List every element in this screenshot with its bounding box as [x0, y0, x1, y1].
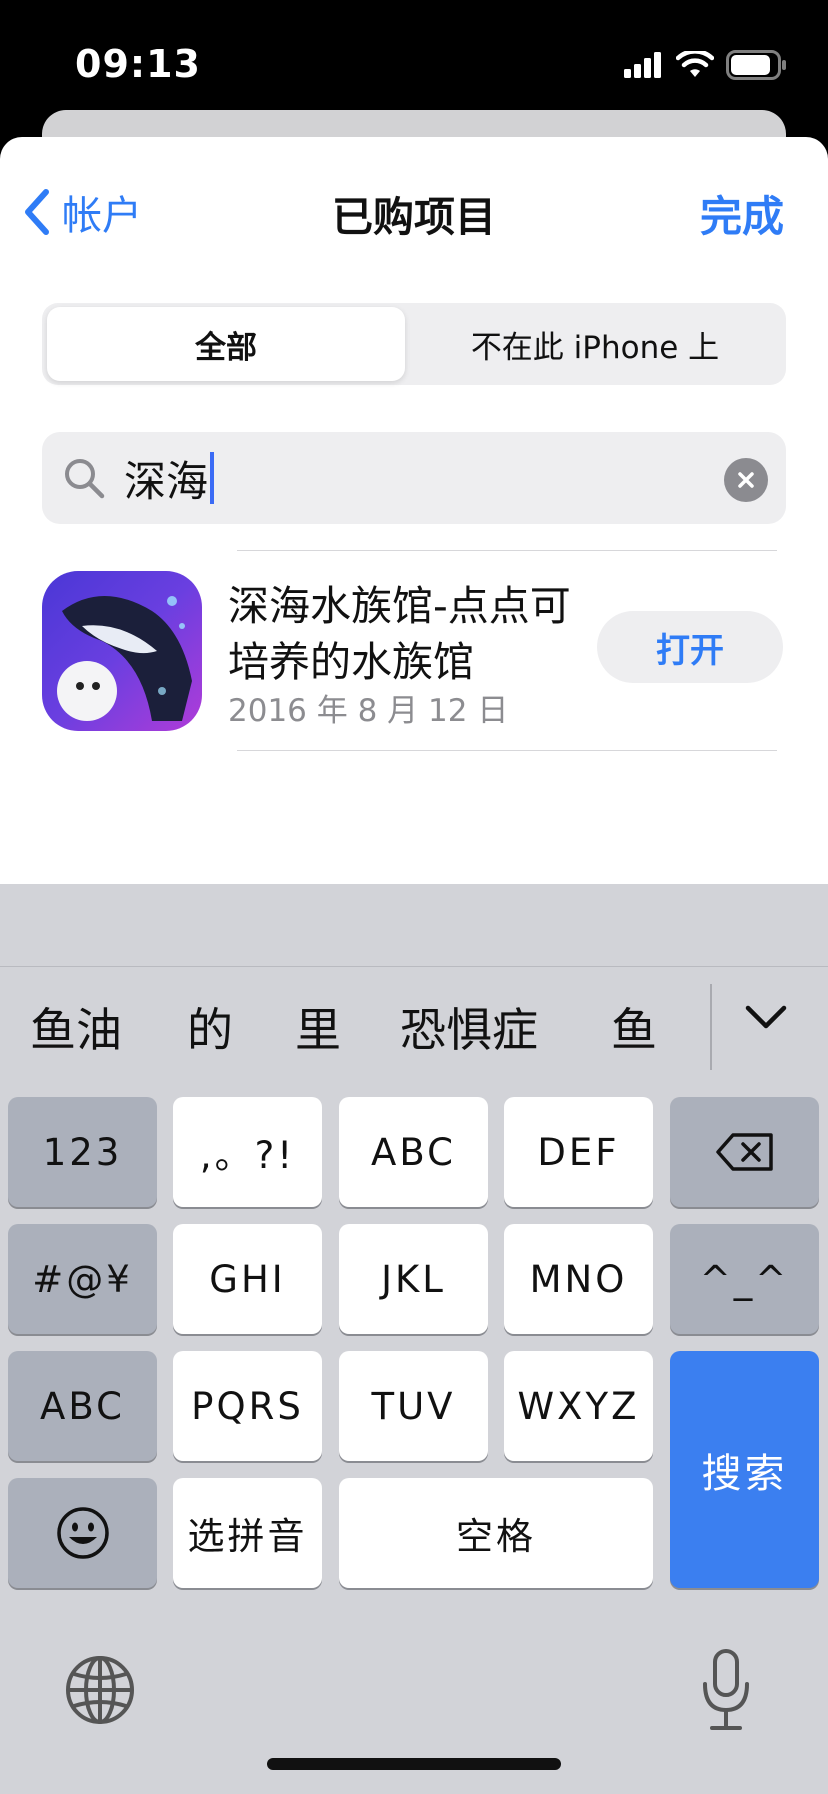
- key-emoticon[interactable]: ^_^: [670, 1224, 819, 1334]
- candidate-item[interactable]: 里: [295, 994, 341, 1060]
- app-name: 深海水族馆-点点可培养的水族馆: [228, 582, 571, 686]
- wifi-icon: [676, 51, 714, 77]
- open-button[interactable]: 打开: [597, 611, 783, 683]
- list-item[interactable]: 深海水族馆-点点可培养的水族馆 2016 年 8 月 12 日 打开: [0, 550, 828, 750]
- key-abc[interactable]: ABC: [339, 1097, 488, 1207]
- search-field[interactable]: 深海: [42, 432, 786, 524]
- candidate-item[interactable]: 恐惧症: [400, 994, 538, 1060]
- search-input[interactable]: 深海: [124, 450, 215, 506]
- navigation-bar: 帐户 已购项目 完成: [0, 137, 828, 267]
- candidate-item[interactable]: 的: [187, 994, 233, 1060]
- keyboard: 鱼油 的 里 恐惧症 鱼 123 ,。?! ABC DEF #@¥ GHI JK…: [0, 884, 828, 1794]
- app-icon: [42, 571, 202, 731]
- search-key[interactable]: 搜索: [670, 1351, 819, 1588]
- status-time: 09:13: [75, 42, 201, 86]
- delete-key[interactable]: [670, 1097, 819, 1207]
- home-indicator: [267, 1758, 561, 1770]
- back-button-label: 帐户: [62, 193, 142, 239]
- key-switch-abc[interactable]: ABC: [8, 1351, 157, 1461]
- key-mno[interactable]: MNO: [504, 1224, 653, 1334]
- candidate-divider: [710, 984, 712, 1070]
- chevron-down-icon[interactable]: [740, 1000, 792, 1036]
- globe-icon[interactable]: [64, 1654, 136, 1726]
- segment-not-on-device[interactable]: 不在此 iPhone 上: [410, 307, 780, 381]
- segmented-control: 全部 不在此 iPhone 上: [42, 303, 786, 385]
- key-tuv[interactable]: TUV: [339, 1351, 488, 1461]
- key-symbols[interactable]: #@¥: [8, 1224, 157, 1334]
- emoji-icon: [56, 1507, 109, 1559]
- status-bar: 09:13: [0, 0, 828, 120]
- text-cursor: [210, 452, 215, 504]
- battery-icon: [726, 50, 786, 80]
- delete-icon: [715, 1133, 773, 1171]
- key-numbers[interactable]: 123: [8, 1097, 157, 1207]
- status-icons: [624, 48, 788, 82]
- key-pqrs[interactable]: PQRS: [173, 1351, 322, 1461]
- space-key[interactable]: 空格: [339, 1478, 653, 1588]
- keyboard-separator: [0, 966, 828, 967]
- candidate-item[interactable]: 鱼油: [30, 994, 122, 1060]
- divider: [237, 750, 777, 751]
- search-query: 深海: [124, 456, 209, 506]
- cellular-signal-icon: [624, 52, 661, 78]
- chevron-left-icon: [25, 189, 49, 235]
- candidate-item[interactable]: 鱼: [611, 994, 657, 1060]
- key-jkl[interactable]: JKL: [339, 1224, 488, 1334]
- app-icon-artwork: [42, 571, 202, 731]
- key-punctuation[interactable]: ,。?!: [173, 1097, 322, 1207]
- back-button[interactable]: 帐户: [22, 183, 142, 241]
- key-select-pinyin[interactable]: 选拼音: [173, 1478, 322, 1588]
- microphone-icon[interactable]: [698, 1648, 754, 1732]
- candidate-bar: 鱼油 的 里 恐惧症 鱼: [0, 994, 710, 1074]
- clear-search-button[interactable]: [724, 458, 768, 502]
- key-ghi[interactable]: GHI: [173, 1224, 322, 1334]
- purchase-date: 2016 年 8 月 12 日: [228, 693, 509, 729]
- done-button[interactable]: 完成: [700, 183, 784, 244]
- close-icon: [738, 472, 754, 488]
- emoji-key[interactable]: [8, 1478, 157, 1588]
- key-wxyz[interactable]: WXYZ: [504, 1351, 653, 1461]
- segment-all[interactable]: 全部: [47, 307, 405, 381]
- search-icon: [65, 459, 105, 499]
- key-def[interactable]: DEF: [504, 1097, 653, 1207]
